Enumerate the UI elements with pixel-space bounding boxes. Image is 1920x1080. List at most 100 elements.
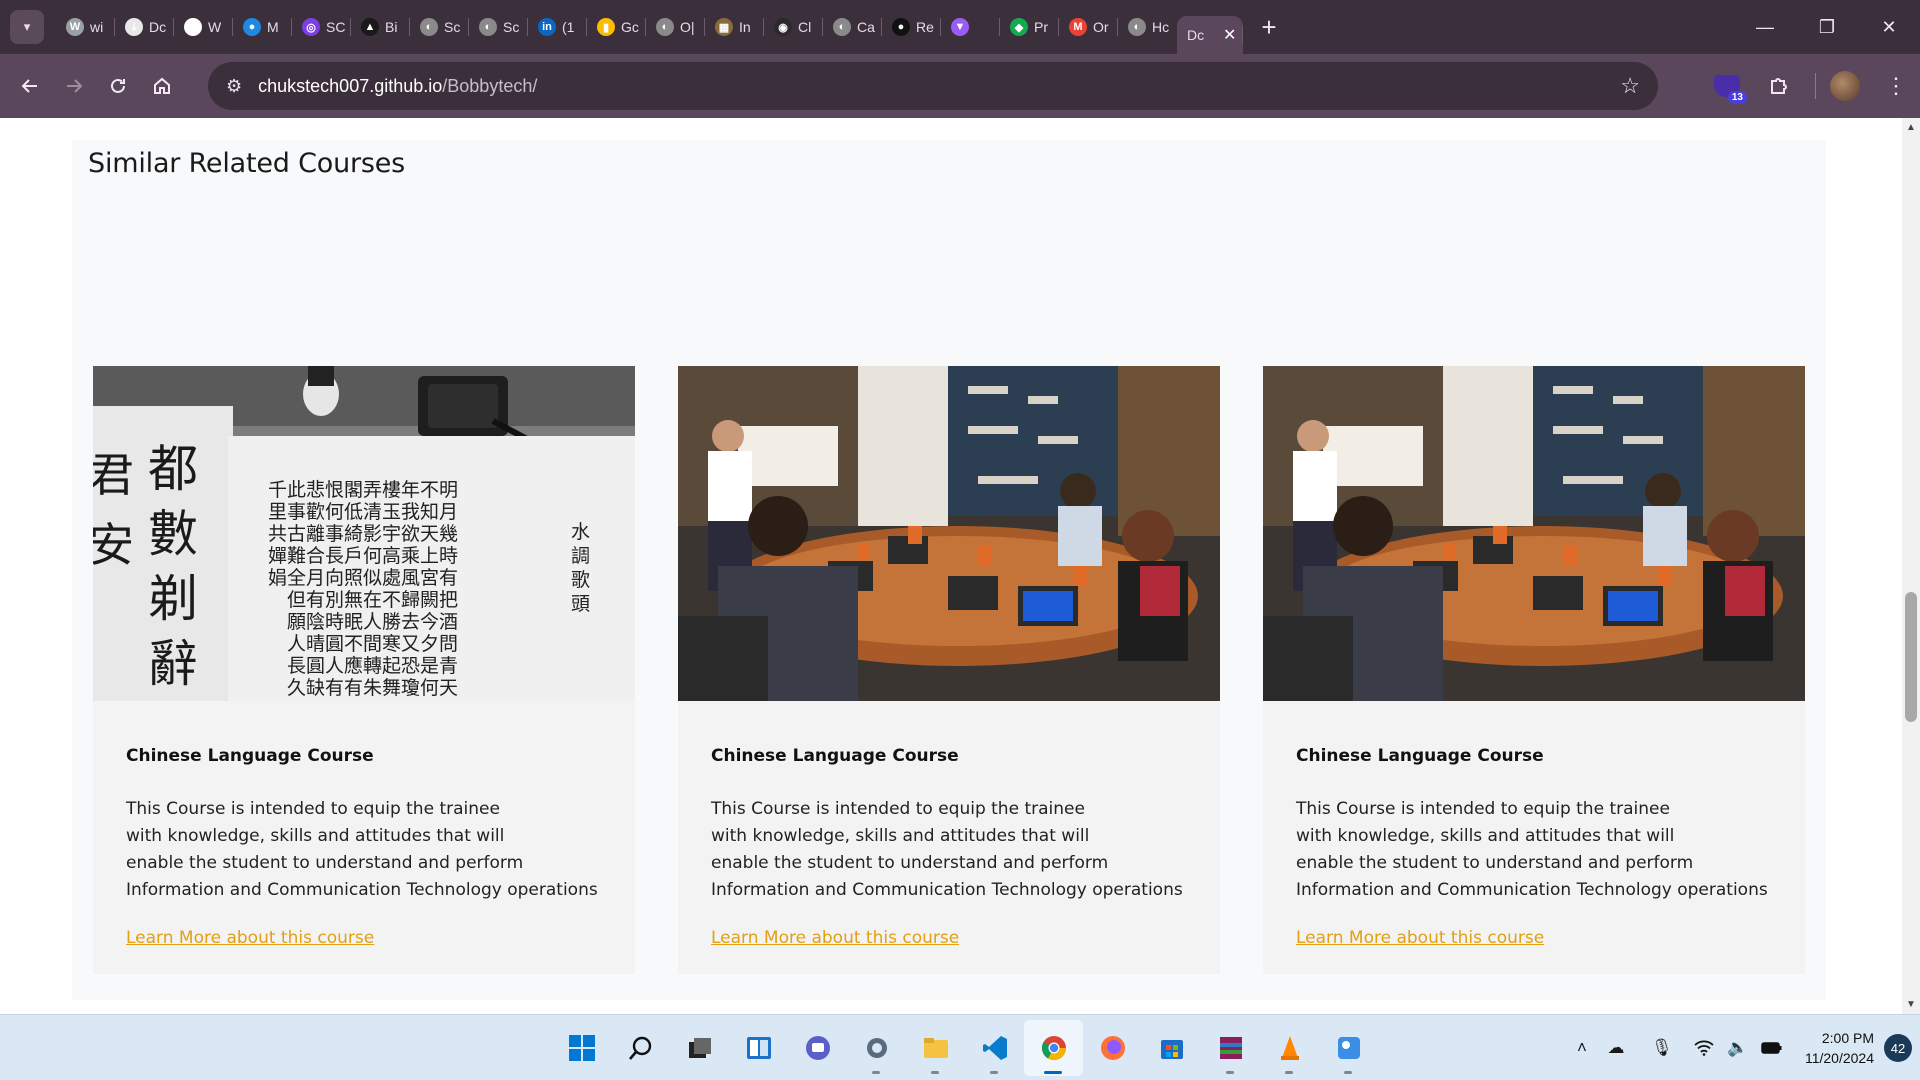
vscode-taskbar-button[interactable] <box>965 1020 1024 1076</box>
wifi-icon[interactable] <box>1687 1040 1721 1056</box>
tab[interactable]: ▼ <box>941 8 1000 46</box>
tab[interactable]: ◎ SC <box>292 8 351 46</box>
tab-label: (1 <box>562 19 575 35</box>
svg-text:頭: 頭 <box>571 593 590 615</box>
paint-taskbar-button[interactable] <box>1319 1020 1378 1076</box>
tab[interactable]: ◐ Hc <box>1118 8 1177 46</box>
settings-taskbar-button[interactable] <box>847 1020 906 1076</box>
file-explorer-taskbar-button[interactable] <box>906 1020 965 1076</box>
tab[interactable]: ⤓ Dc <box>115 8 174 46</box>
restore-button[interactable]: ❐ <box>1796 0 1858 54</box>
running-indicator <box>1344 1071 1352 1074</box>
tab[interactable]: ▲ Bi <box>351 8 410 46</box>
description-line: with knowledge, skills and attitudes tha… <box>126 826 505 846</box>
extensions-puzzle-icon[interactable] <box>1757 64 1801 108</box>
tab-label: W <box>208 19 222 35</box>
teams-chat-taskbar-button[interactable] <box>788 1020 847 1076</box>
section-title: Similar Related Courses <box>88 148 406 179</box>
extension-button[interactable]: 13 <box>1705 64 1749 108</box>
browser-menu-icon[interactable]: ⋮ <box>1878 64 1914 108</box>
search-taskbar-button[interactable] <box>611 1020 670 1076</box>
tab[interactable]: ◉ Cl <box>764 8 823 46</box>
tab[interactable]: ◐ Sc <box>410 8 469 46</box>
vlc-taskbar-button[interactable] <box>1260 1020 1319 1076</box>
start-icon <box>566 1032 598 1064</box>
bookmark-star-icon[interactable]: ☆ <box>1620 73 1640 99</box>
svg-text:共古離事綺影宇欲天幾: 共古離事綺影宇欲天幾 <box>268 523 458 545</box>
toolbar-separator <box>1815 73 1816 99</box>
microphone-icon[interactable]: 🎙 <box>1645 1038 1679 1058</box>
globe-icon: ◐ <box>1128 18 1146 36</box>
tab[interactable]: M Or <box>1059 8 1118 46</box>
related-courses-section: Similar Related Courses 都 數 剃 辭 君 安 千此悲恨… <box>72 140 1826 1000</box>
new-tab-button[interactable]: + <box>1251 9 1287 45</box>
vite-icon: ▼ <box>951 18 969 36</box>
paint-icon <box>1333 1032 1365 1064</box>
onedrive-icon[interactable]: ☁ <box>1599 1038 1633 1058</box>
tab[interactable]: ▮ Gc <box>587 8 646 46</box>
tab[interactable]: ◆ Pr <box>1000 8 1059 46</box>
globe-icon: ◐ <box>656 18 674 36</box>
learn-more-link[interactable]: Learn More about this course <box>711 928 959 948</box>
tab[interactable]: ▦ In <box>705 8 764 46</box>
close-window-button[interactable]: ✕ <box>1858 0 1920 54</box>
page-scrollbar[interactable]: ▲ ▼ <box>1902 118 1920 1014</box>
minimize-button[interactable]: — <box>1734 0 1796 54</box>
taskbar-clock[interactable]: 2:00 PM 11/20/2024 <box>1805 1028 1874 1068</box>
profile-avatar[interactable] <box>1830 71 1860 101</box>
learn-more-link[interactable]: Learn More about this course <box>1296 928 1544 948</box>
browser-toolbar: ⚙ chukstech007.github.io/Bobbytech/ ☆ 13… <box>0 54 1920 118</box>
volume-icon[interactable]: 🔈 <box>1721 1038 1755 1058</box>
tab[interactable]: ◐ Ca <box>823 8 882 46</box>
firefox-taskbar-button[interactable] <box>1083 1020 1142 1076</box>
tab[interactable]: ● Re <box>882 8 941 46</box>
tab[interactable]: ◐ Sc <box>469 8 528 46</box>
tab-label: Or <box>1093 19 1109 35</box>
scroll-up-icon[interactable]: ▲ <box>1906 122 1916 133</box>
file-explorer-icon <box>920 1032 952 1064</box>
close-tab-icon[interactable]: ✕ <box>1223 25 1236 45</box>
tab[interactable]: in (1 <box>528 8 587 46</box>
tab[interactable]: ◐ O| <box>646 8 705 46</box>
tray-overflow-icon[interactable]: ˄ <box>1565 1038 1599 1058</box>
tab-label: O| <box>680 19 695 35</box>
description-line: enable the student to understand and per… <box>711 853 1109 873</box>
battery-icon[interactable] <box>1755 1041 1789 1055</box>
reload-button[interactable] <box>96 64 140 108</box>
puzzle-icon <box>1771 78 1787 94</box>
tab-label: Re <box>916 19 934 35</box>
toolbar-right: 13 ⋮ <box>1705 54 1920 118</box>
tab-active[interactable]: Dc ✕ <box>1177 16 1243 54</box>
address-bar[interactable]: ⚙ chukstech007.github.io/Bobbytech/ ☆ <box>208 62 1658 110</box>
forward-button[interactable] <box>52 64 96 108</box>
tab[interactable]: ● M <box>233 8 292 46</box>
vlc-icon <box>1274 1032 1306 1064</box>
scroll-down-icon[interactable]: ▼ <box>1906 999 1916 1010</box>
tab[interactable]: ✺ W <box>174 8 233 46</box>
site-info-icon[interactable]: ⚙ <box>226 76 242 97</box>
widgets-taskbar-button[interactable] <box>729 1020 788 1076</box>
widgets-icon <box>743 1032 775 1064</box>
tab-search-button[interactable]: ▾ <box>10 10 44 44</box>
image-icon: ▦ <box>715 18 733 36</box>
task-view-taskbar-button[interactable] <box>670 1020 729 1076</box>
notification-badge[interactable]: 42 <box>1884 1034 1912 1062</box>
chrome-taskbar-button[interactable] <box>1024 1020 1083 1076</box>
chinese-calligraphy-image: 都 數 剃 辭 君 安 千此悲恨閣弄樓年不明 里事歡何低清玉我知月 共古離事綺影… <box>93 366 635 701</box>
home-button[interactable] <box>140 64 184 108</box>
learn-more-link[interactable]: Learn More about this course <box>126 928 374 948</box>
course-description: This Course is intended to equip the tra… <box>126 796 598 904</box>
winrar-taskbar-button[interactable] <box>1201 1020 1260 1076</box>
scrollbar-thumb[interactable] <box>1905 592 1917 722</box>
system-tray: ˄ ☁ 🎙 🔈 2:00 PM 11/20/2024 42 <box>1565 1015 1920 1080</box>
github-icon: ◉ <box>774 18 792 36</box>
tab-label: M <box>267 19 279 35</box>
course-card: 都 數 剃 辭 君 安 千此悲恨閣弄樓年不明 里事歡何低清玉我知月 共古離事綺影… <box>93 366 635 974</box>
start-taskbar-button[interactable] <box>552 1020 611 1076</box>
microsoft-store-taskbar-button[interactable] <box>1142 1020 1201 1076</box>
back-button[interactable] <box>8 64 52 108</box>
course-card: Chinese Language Course This Course is i… <box>1263 366 1805 974</box>
tab[interactable]: Wwi <box>56 8 115 46</box>
description-line: This Course is intended to equip the tra… <box>126 799 500 819</box>
svg-text:都: 都 <box>148 440 198 498</box>
